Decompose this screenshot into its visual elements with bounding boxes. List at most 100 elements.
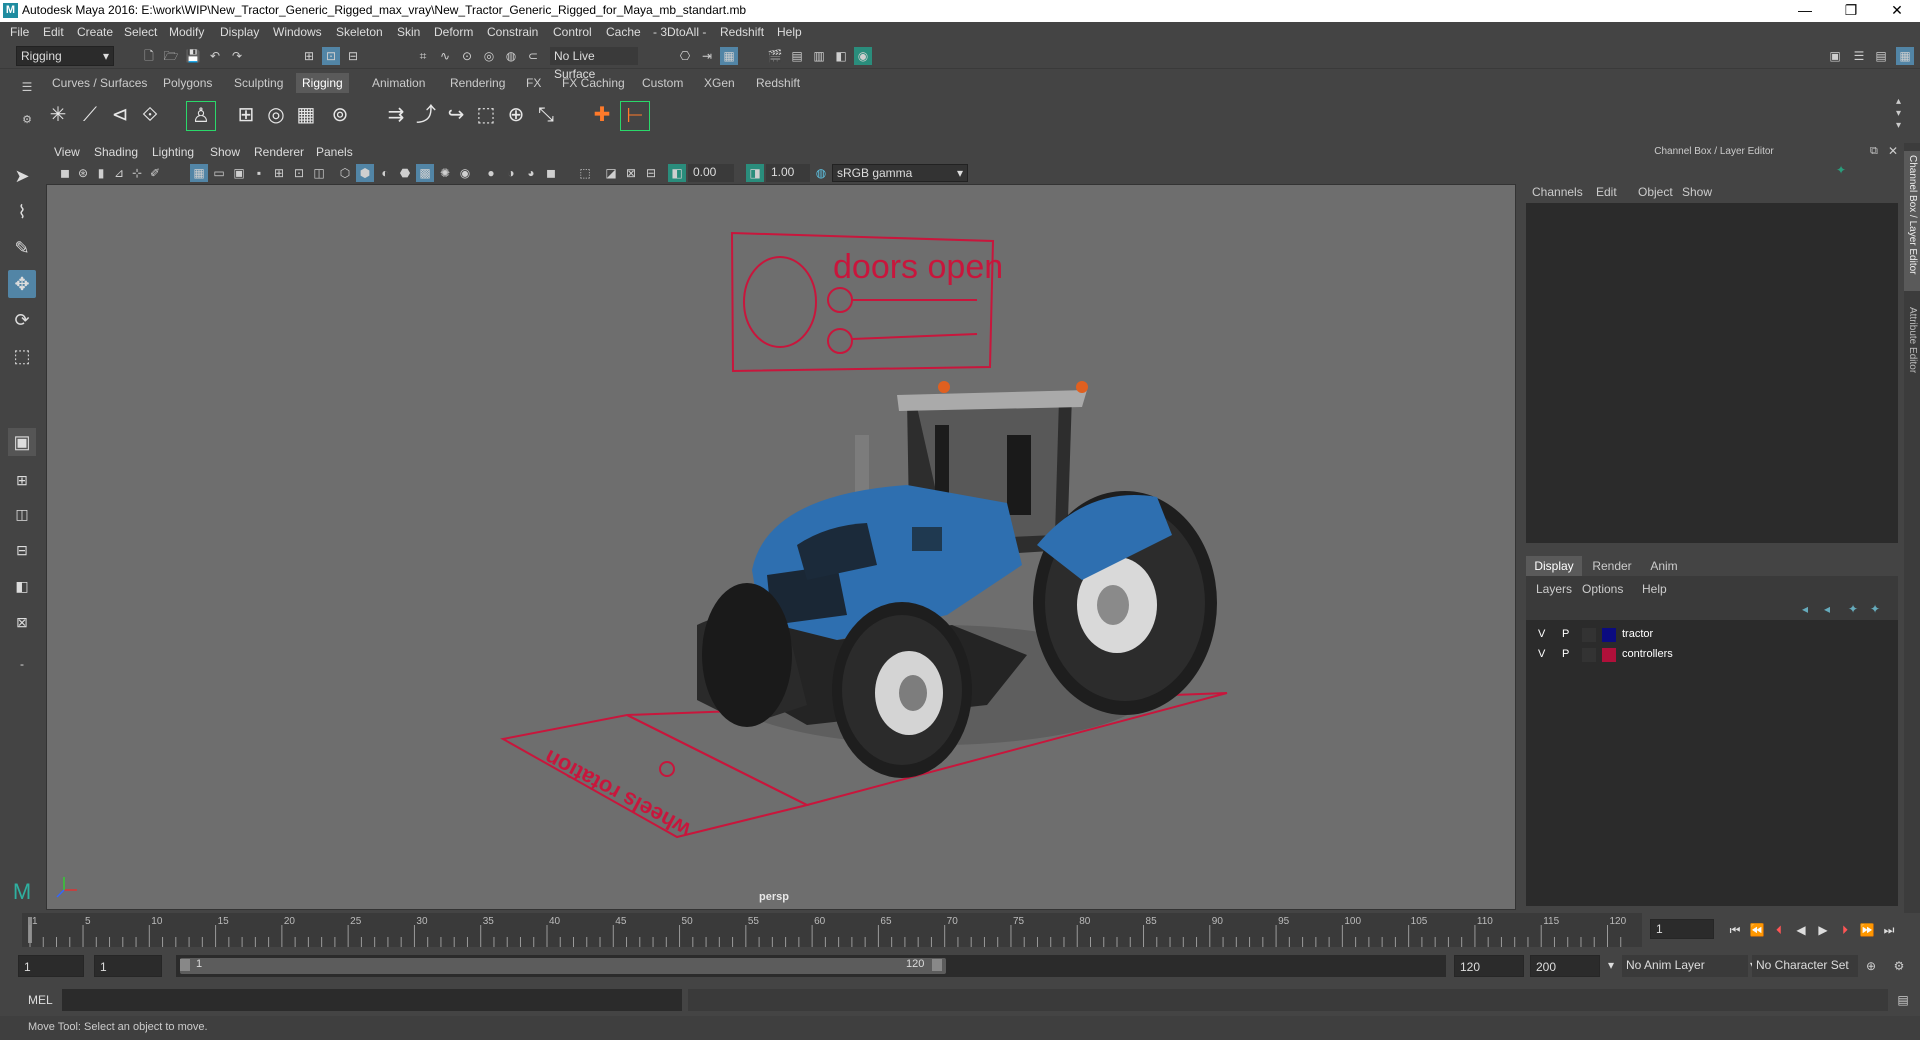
construction-history-icon[interactable]: ⎔ — [676, 47, 694, 65]
step-forward-frame-icon[interactable]: ⏵ — [1836, 921, 1854, 939]
mel-command-input[interactable] — [62, 989, 682, 1011]
persp-graph-layout-icon[interactable]: ⊟ — [8, 536, 36, 564]
hypershade-icon[interactable]: ◧ — [832, 47, 850, 65]
use-default-material-icon[interactable]: ◐ — [376, 164, 394, 182]
layer-tab-display[interactable]: Display — [1526, 556, 1582, 576]
layer-row[interactable]: V P controllers — [1526, 646, 1898, 664]
step-forward-key-icon[interactable]: ⏩ — [1858, 921, 1876, 939]
layer-menu-layers[interactable]: Layers — [1536, 582, 1572, 596]
channel-box-toggle-icon[interactable]: ▦ — [1896, 47, 1914, 65]
magnet-icon[interactable]: ⊂ — [524, 47, 542, 65]
mirror-joint-icon[interactable]: ⟐ — [136, 101, 164, 129]
input-output-icon[interactable]: ⇥ — [698, 47, 716, 65]
range-start-grip[interactable] — [180, 959, 190, 971]
layer-color-swatch[interactable] — [1602, 648, 1616, 662]
viewport-menu-panels[interactable]: Panels — [316, 145, 353, 159]
animation-end-field[interactable]: 200 — [1530, 955, 1600, 977]
layer-display-type[interactable] — [1582, 628, 1596, 642]
menu-cache[interactable]: Cache — [606, 25, 641, 39]
layer-tab-render[interactable]: Render — [1586, 556, 1638, 576]
menu-3dtoall[interactable]: - 3DtoAll - — [653, 25, 706, 39]
character-set-dropdown[interactable]: No Character Set — [1752, 955, 1858, 977]
tab-curves-surfaces[interactable]: Curves / Surfaces — [46, 73, 153, 93]
channel-list[interactable] — [1526, 203, 1898, 543]
layer-menu-help[interactable]: Help — [1642, 582, 1667, 596]
layer-name[interactable]: controllers — [1622, 648, 1673, 660]
move-layer-up-icon[interactable]: ◂ — [1802, 602, 1808, 616]
range-slider-handle[interactable] — [180, 958, 946, 974]
layer-menu-options[interactable]: Options — [1582, 582, 1623, 596]
channel-box-menu-edit[interactable]: Edit — [1596, 185, 1617, 199]
isolate-select-icon[interactable]: ⬚ — [576, 164, 594, 182]
xray-icon[interactable]: ◪ — [602, 164, 620, 182]
range-end-grip[interactable] — [932, 959, 942, 971]
tab-rigging[interactable]: Rigging — [296, 73, 349, 93]
viewport-menu-shading[interactable]: Shading — [94, 145, 138, 159]
tab-xgen[interactable]: XGen — [698, 73, 741, 93]
modeling-toolkit-icon[interactable]: ▣ — [1826, 47, 1844, 65]
channel-box-menu-object[interactable]: Object — [1638, 185, 1673, 199]
sculpt-deformer-icon[interactable]: ↪ — [442, 101, 470, 129]
viewport-menu-view[interactable]: View — [54, 145, 80, 159]
gamma-icon[interactable]: ◨ — [746, 164, 764, 182]
image-plane-icon[interactable]: ⊿ — [110, 164, 128, 182]
tab-animation[interactable]: Animation — [366, 73, 431, 93]
toolbox-more-icon[interactable]: - — [8, 650, 36, 678]
soft-mod-icon[interactable]: ⊕ — [502, 101, 530, 129]
screen-space-ao-icon[interactable]: ● — [482, 164, 500, 182]
animation-start-field[interactable]: 1 — [18, 955, 84, 977]
tool-settings-toggle-icon[interactable]: ▤ — [1872, 47, 1890, 65]
save-scene-icon[interactable]: 💾 — [184, 47, 202, 65]
viewport-persp[interactable]: doors open wheels rotation persp — [46, 184, 1516, 910]
multisample-aa-icon[interactable]: ◕ — [522, 164, 540, 182]
bind-skin-icon[interactable]: ⊞ — [232, 101, 260, 129]
step-back-frame-icon[interactable]: ⏴ — [1770, 921, 1788, 939]
go-to-end-icon[interactable]: ⏭ — [1880, 921, 1898, 939]
two-d-pan-icon[interactable]: ⊹ — [128, 164, 146, 182]
animation-preferences-icon[interactable]: ⚙ — [1890, 957, 1908, 975]
menu-edit[interactable]: Edit — [43, 25, 64, 39]
move-tool-icon[interactable]: ✥ — [8, 270, 36, 298]
menu-deform[interactable]: Deform — [434, 25, 473, 39]
go-to-start-icon[interactable]: ⏮ — [1726, 921, 1744, 939]
layer-display-type[interactable] — [1582, 648, 1596, 662]
tab-polygons[interactable]: Polygons — [157, 73, 218, 93]
tab-redshift[interactable]: Redshift — [750, 73, 806, 93]
lattice-icon[interactable]: ▦ — [292, 101, 320, 129]
menu-display[interactable]: Display — [220, 25, 259, 39]
cluster-icon[interactable]: ⊚ — [326, 101, 354, 129]
snap-point-icon[interactable]: ⊙ — [458, 47, 476, 65]
maximize-button[interactable]: ❐ — [1828, 0, 1874, 22]
camera-attributes-icon[interactable]: ⊛ — [74, 164, 92, 182]
depth-of-field-icon[interactable]: ◼ — [542, 164, 560, 182]
xray-components-icon[interactable]: ⊟ — [642, 164, 660, 182]
anim-layer-dropdown[interactable]: ▾ No Anim Layer ▾ — [1608, 955, 1756, 977]
ik-handle-icon[interactable]: ⟋ — [76, 101, 104, 129]
play-backwards-icon[interactable]: ◀ — [1792, 921, 1810, 939]
close-panel-icon[interactable]: ✕ — [1888, 144, 1898, 158]
channel-box-menu-channels[interactable]: Channels — [1532, 185, 1583, 199]
viewport-menu-show[interactable]: Show — [210, 145, 240, 159]
render-setup-icon[interactable]: ◉ — [854, 47, 872, 65]
step-back-key-icon[interactable]: ⏪ — [1748, 921, 1766, 939]
view-transform-dropdown[interactable]: sRGB gamma ▾ — [832, 164, 968, 182]
layer-playback-toggle[interactable]: P — [1562, 628, 1569, 640]
render-frame-icon[interactable]: 🎬 — [766, 47, 784, 65]
menu-select[interactable]: Select — [124, 25, 157, 39]
shelf-scroll-icon[interactable]: ▴ ▾ ▾ — [1896, 96, 1901, 132]
tab-fx[interactable]: FX — [520, 73, 547, 93]
tab-custom[interactable]: Custom — [636, 73, 689, 93]
menu-windows[interactable]: Windows — [273, 25, 322, 39]
resolution-gate-icon[interactable]: ▣ — [230, 164, 248, 182]
select-object-icon[interactable]: ⊡ — [322, 47, 340, 65]
layer-color-swatch[interactable] — [1602, 628, 1616, 642]
smooth-shade-icon[interactable]: ⬢ — [356, 164, 374, 182]
attribute-editor-toggle-icon[interactable]: ☰ — [1850, 47, 1868, 65]
open-scene-icon[interactable]: 🗁 — [162, 47, 180, 65]
safe-action-icon[interactable]: ⊡ — [290, 164, 308, 182]
motion-blur-icon[interactable]: ◑ — [502, 164, 520, 182]
select-component-icon[interactable]: ⊟ — [344, 47, 362, 65]
render-view-icon[interactable]: ▦ — [720, 47, 738, 65]
exposure-icon[interactable]: ◧ — [668, 164, 686, 182]
layer-row[interactable]: V P tractor — [1526, 626, 1898, 644]
